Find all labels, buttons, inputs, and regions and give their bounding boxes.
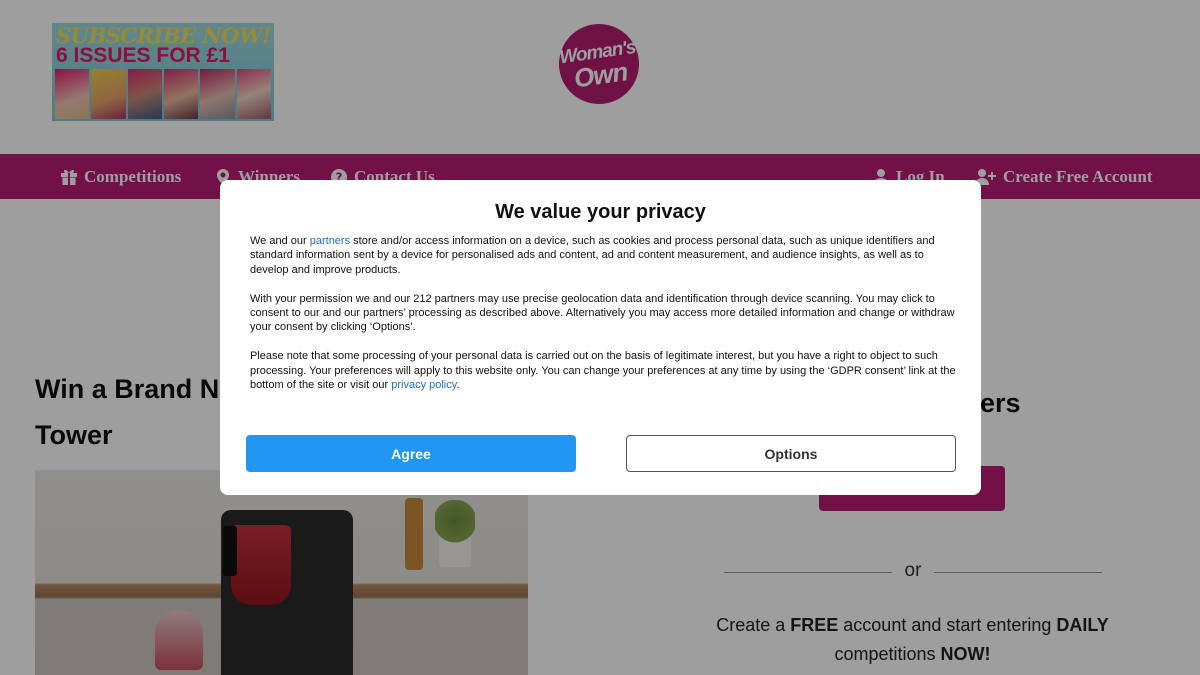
privacy-consent-dialog: We value your privacy We and our partner… [220,180,981,495]
consent-paragraph-1: We and our partners store and/or access … [250,235,935,276]
options-button[interactable]: Options [626,435,956,472]
consent-paragraph-3: Please note that some processing of your… [250,350,956,392]
partners-link[interactable]: partners [310,235,350,247]
dialog-body: We and our partners store and/or access … [250,234,956,407]
privacy-policy-link[interactable]: privacy policy [391,379,456,391]
dialog-title: We value your privacy [495,201,706,223]
agree-button[interactable]: Agree [246,435,576,472]
consent-paragraph-2: With your permission we and our 212 part… [250,292,955,334]
